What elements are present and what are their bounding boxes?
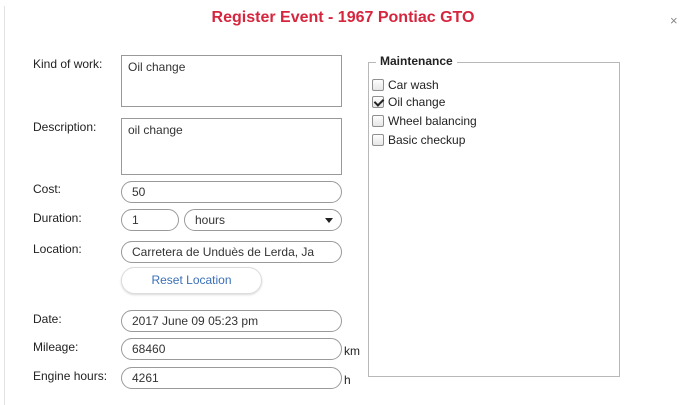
dialog-border (4, 6, 5, 405)
description-label: Description: (33, 120, 97, 134)
checkbox[interactable] (372, 96, 384, 108)
reset-location-button[interactable]: Reset Location (121, 267, 262, 294)
checkbox[interactable] (372, 134, 384, 146)
checkbox-label: Car wash (388, 78, 439, 92)
duration-unit-select[interactable]: hours (184, 209, 342, 231)
engine-hours-input[interactable]: 4261 (121, 367, 342, 389)
location-label: Location: (33, 242, 82, 256)
duration-label: Duration: (33, 211, 82, 225)
description-textarea[interactable]: oil change (121, 118, 342, 175)
mileage-unit: km (344, 344, 360, 358)
checkbox[interactable] (372, 115, 384, 127)
engine-hours-label: Engine hours: (33, 369, 108, 383)
duration-input[interactable]: 1 (121, 209, 179, 231)
checkbox-label: Wheel balancing (388, 114, 477, 128)
location-input[interactable]: Carretera de Unduès de Lerda, Ja (121, 241, 342, 263)
maintenance-item-oil-change[interactable]: Oil change (372, 94, 445, 110)
maintenance-legend: Maintenance (376, 54, 457, 68)
engine-hours-unit: h (344, 373, 351, 387)
cost-label: Cost: (33, 182, 62, 196)
chevron-down-icon (325, 218, 333, 223)
date-label: Date: (33, 312, 62, 326)
kind-of-work-label: Kind of work: (33, 57, 103, 71)
maintenance-item-basic-checkup[interactable]: Basic checkup (372, 132, 465, 148)
cost-input[interactable]: 50 (121, 181, 342, 203)
checkbox[interactable] (372, 79, 384, 91)
kind-of-work-textarea[interactable]: Oil change (121, 55, 342, 107)
mileage-label: Mileage: (33, 340, 79, 354)
maintenance-item-wheel-balancing[interactable]: Wheel balancing (372, 113, 477, 129)
close-icon[interactable]: × (670, 14, 678, 27)
duration-unit-value: hours (195, 213, 226, 227)
checkbox-label: Basic checkup (388, 133, 466, 147)
maintenance-item-car-wash[interactable]: Car wash (372, 77, 439, 93)
date-input[interactable]: 2017 June 09 05:23 pm (121, 310, 342, 332)
mileage-input[interactable]: 68460 (121, 338, 342, 360)
checkbox-label: Oil change (388, 95, 446, 109)
dialog-title: Register Event - 1967 Pontiac GTO (211, 9, 475, 26)
